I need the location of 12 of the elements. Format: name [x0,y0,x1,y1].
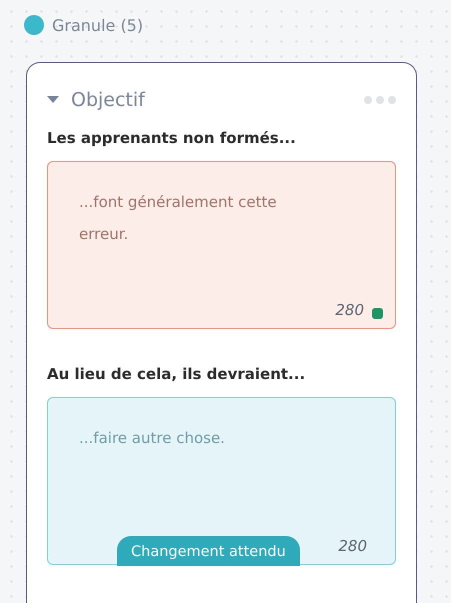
field-label: Au lieu de cela, ils devraient... [47,365,306,383]
text-field[interactable]: ...faire autre chose. Changement attendu 280 [47,397,396,565]
section-title: Objectif [71,89,145,111]
tag: Changement attendu [117,536,300,566]
character-counter: 280 [338,537,367,555]
text-area[interactable]: ...font généralement cette erreur. [48,162,395,301]
caret-icon[interactable] [47,96,59,104]
text-area[interactable]: ...faire autre chose. [48,398,395,537]
field-label: Les apprenants non formés... [47,129,297,147]
character-counter: 280 [335,301,364,319]
group-label: Granule (5) [52,16,144,34]
text-field[interactable]: ...font généralement cette erreur. 280 [47,161,396,329]
